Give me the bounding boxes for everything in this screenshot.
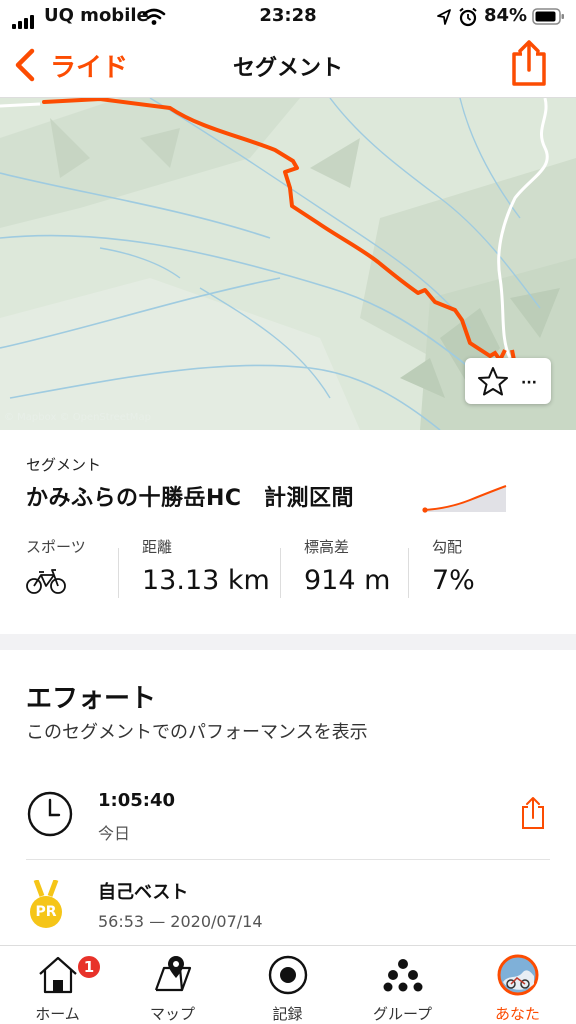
segment-name: かみふらの十勝岳HC 計測区間 <box>26 486 355 511</box>
share-icon[interactable] <box>508 38 550 88</box>
tab-label: グループ <box>372 1005 433 1023</box>
map-icon <box>154 956 192 992</box>
tab-label: あなた <box>494 1005 540 1023</box>
stat-label: 勾配 <box>432 538 463 556</box>
tab-label: ホーム <box>35 1005 80 1023</box>
home-icon <box>39 956 77 994</box>
groups-icon <box>383 959 423 992</box>
effort-row-today[interactable]: 1:05:40 今日 <box>26 788 550 858</box>
tab-bar: 1 ホーム マップ 記録 グループ あなた <box>0 945 576 1024</box>
personal-best-detail: 56:53 — 2020/07/14 <box>98 912 263 931</box>
stat-elevation: 標高差 914 m <box>304 536 390 596</box>
star-icon[interactable] <box>477 366 509 396</box>
stat-divider <box>118 548 119 598</box>
effort-date: 今日 <box>98 824 131 843</box>
personal-best-label: 自己ベスト <box>98 882 189 903</box>
stat-divider <box>280 548 281 598</box>
stat-sport: スポーツ <box>26 536 86 599</box>
clock-icon <box>27 791 73 837</box>
tab-you[interactable]: あなた <box>460 946 575 1024</box>
map-attribution[interactable]: © Mapbox © OpenStreetMap <box>4 412 151 423</box>
battery-icon <box>532 8 564 25</box>
more-options-button[interactable]: ··· <box>521 371 537 391</box>
stat-grade: 勾配 7% <box>432 536 475 596</box>
share-icon[interactable] <box>520 796 546 830</box>
tab-home[interactable]: 1 ホーム <box>0 946 115 1024</box>
location-arrow-icon <box>437 9 451 25</box>
alarm-icon <box>459 7 477 27</box>
battery-percent: 84% <box>484 5 528 26</box>
stat-value: 914 m <box>304 565 391 596</box>
navigation-bar: ライド セグメント <box>0 34 576 98</box>
efforts-section: エフォート このセグメントでのパフォーマンスを表示 1:05:40 今日 PR … <box>0 650 576 945</box>
elevation-profile-icon <box>422 485 507 513</box>
pr-medal-icon: PR <box>26 879 66 932</box>
efforts-heading: エフォート <box>26 684 157 714</box>
tab-label: マップ <box>149 1005 195 1023</box>
pr-medal-text: PR <box>35 904 57 920</box>
avatar <box>497 954 539 996</box>
tab-record[interactable]: 記録 <box>230 946 345 1024</box>
segment-kind-label: セグメント <box>26 456 102 474</box>
effort-row-personal-best[interactable]: PR 自己ベスト 56:53 — 2020/07/14 <box>26 878 550 938</box>
stat-value: 13.13 km <box>142 565 270 596</box>
map-action-card: ··· <box>465 358 551 404</box>
notification-badge: 1 <box>76 954 102 980</box>
efforts-subtitle: このセグメントでのパフォーマンスを表示 <box>26 722 368 743</box>
page-title: セグメント <box>232 56 343 81</box>
stat-label: 距離 <box>142 538 173 556</box>
status-bar: UQ mobile 23:28 84% <box>0 0 576 34</box>
effort-time: 1:05:40 <box>98 790 176 811</box>
stat-distance: 距離 13.13 km <box>142 536 270 596</box>
bicycle-icon <box>26 569 66 594</box>
stat-value: 7% <box>432 565 475 596</box>
stat-divider <box>408 548 409 598</box>
tab-groups[interactable]: グループ <box>345 946 460 1024</box>
segment-details: セグメント かみふらの十勝岳HC 計測区間 スポーツ 距離 13.13 km 標… <box>0 430 576 634</box>
row-divider <box>26 859 550 860</box>
tab-map[interactable]: マップ <box>115 946 230 1024</box>
stat-label: スポーツ <box>26 538 86 556</box>
record-icon <box>268 955 308 995</box>
tab-label: 記録 <box>272 1005 303 1023</box>
stat-label: 標高差 <box>304 538 350 556</box>
